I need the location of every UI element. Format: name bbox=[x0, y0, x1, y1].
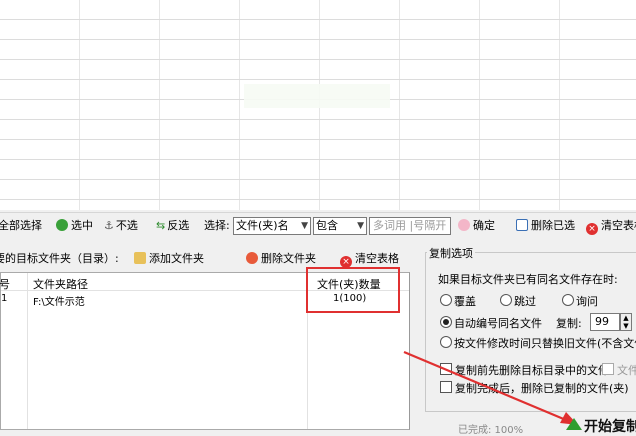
auto-number-radio[interactable]: 自动编号同名文件 bbox=[440, 315, 542, 331]
folder-subbar: 要的目标文件夹（目录）: 添加文件夹 删除文件夹 × 清空表格 bbox=[0, 246, 412, 268]
filter-input[interactable]: 多词用 |号隔开 bbox=[369, 217, 451, 235]
faded-title-area bbox=[244, 84, 390, 108]
chevron-down-icon[interactable]: ▼ bbox=[623, 322, 628, 330]
radio-icon bbox=[440, 336, 452, 348]
progress-text: 已完成: 100% bbox=[458, 425, 524, 436]
delete-before-checkbox[interactable]: 复制前先删除目标目录中的文件 bbox=[440, 362, 609, 378]
clear-list-button[interactable]: × 清空表格 bbox=[340, 250, 399, 268]
chevron-up-icon[interactable]: ▲ bbox=[623, 314, 628, 322]
invert-button[interactable]: ⇆ 反选 bbox=[156, 218, 189, 234]
select-all-button[interactable]: 全部选择 bbox=[0, 218, 42, 234]
chevron-down-icon: ▼ bbox=[301, 221, 308, 231]
checkbox-icon bbox=[602, 363, 614, 375]
checkbox-icon bbox=[440, 381, 452, 393]
minus-circle-icon bbox=[246, 252, 258, 264]
confirm-icon bbox=[458, 219, 470, 231]
column-divider bbox=[27, 273, 28, 429]
add-folder-button[interactable]: 添加文件夹 bbox=[134, 250, 204, 266]
radio-icon bbox=[500, 294, 512, 306]
radio-selected-icon bbox=[440, 316, 452, 328]
confirm-button[interactable]: 确定 bbox=[458, 218, 495, 234]
file-option-checkbox[interactable]: 文件 bbox=[602, 362, 636, 378]
delete-folder-button[interactable]: 删除文件夹 bbox=[246, 250, 316, 266]
anchor-icon: ⚓ bbox=[104, 219, 114, 232]
folder-icon bbox=[134, 252, 146, 264]
chevron-down-icon: ▼ bbox=[357, 221, 364, 231]
radio-icon bbox=[440, 294, 452, 306]
close-circle-icon: × bbox=[586, 223, 598, 235]
select-label: 选择: bbox=[204, 219, 230, 232]
select-mode-dropdown[interactable]: 包含 ▼ bbox=[313, 217, 367, 235]
exists-prompt: 如果目标文件夹已有同名文件存在时: bbox=[438, 273, 618, 286]
copies-spinner-input[interactable]: 99 bbox=[590, 313, 620, 331]
ask-radio[interactable]: 询问 bbox=[562, 293, 598, 309]
skip-radio[interactable]: 跳过 bbox=[500, 293, 536, 309]
spinner-buttons[interactable]: ▲ ▼ bbox=[620, 313, 632, 331]
target-folder-label: 要的目标文件夹（目录）: bbox=[0, 252, 119, 265]
copies-label: 复制: bbox=[556, 317, 582, 330]
start-check-icon bbox=[566, 418, 582, 430]
check-button[interactable]: 选中 bbox=[56, 218, 93, 234]
delete-after-checkbox[interactable]: 复制完成后，删除已复制的文件(夹) bbox=[440, 380, 629, 396]
arrow-head bbox=[560, 412, 578, 425]
row-index: 1 bbox=[1, 293, 8, 304]
uncheck-button[interactable]: ⚓ 不选 bbox=[104, 218, 138, 234]
swap-arrows-icon: ⇆ bbox=[156, 219, 166, 232]
column-header-path[interactable]: 文件夹路径 bbox=[33, 276, 88, 292]
checkbox-icon bbox=[440, 363, 452, 375]
delete-doc-icon bbox=[516, 219, 528, 231]
check-circle-icon bbox=[56, 219, 68, 231]
select-type-dropdown[interactable]: 文件(夹)名 ▼ bbox=[233, 217, 311, 235]
start-copy-button[interactable]: 开始复制 bbox=[584, 416, 636, 436]
column-header-index[interactable]: 号 bbox=[0, 276, 10, 292]
copy-options-title: 复制选项 bbox=[427, 245, 475, 261]
highlight-box bbox=[306, 267, 400, 313]
overwrite-radio[interactable]: 覆盖 bbox=[440, 293, 476, 309]
row-path: F:\文件示范 bbox=[33, 297, 85, 308]
delete-selected-button[interactable]: 删除已选 bbox=[516, 218, 575, 234]
clear-table-button[interactable]: ×清空表格 bbox=[586, 218, 636, 235]
by-time-radio[interactable]: 按文件修改时间只替换旧文件(不含文件夹 bbox=[440, 335, 636, 351]
toolbar: 全部选择 选中 ⚓ 不选 ⇆ 反选 选择: 文件(夹)名 ▼ 包含 ▼ 多词用 |号隔开… bbox=[0, 212, 636, 239]
radio-icon bbox=[562, 294, 574, 306]
